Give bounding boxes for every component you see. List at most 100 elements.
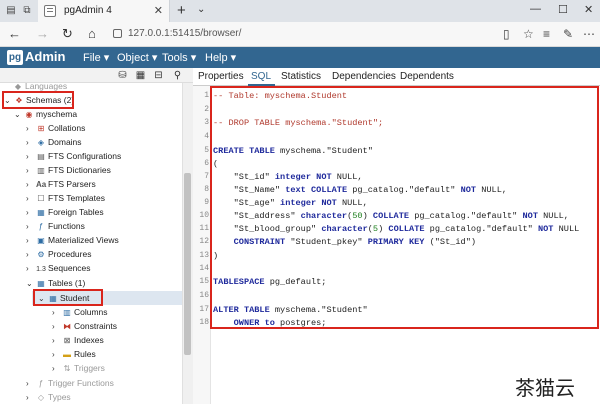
back-icon[interactable]: ←	[8, 26, 21, 42]
tab-list-chevron-icon[interactable]: ⌄	[197, 4, 205, 15]
line-number: 9	[204, 198, 209, 207]
tree-item-myschema[interactable]: ⌄ ◉ myschema	[14, 107, 77, 121]
triggers-icon: ⇅	[63, 364, 71, 373]
tree-item-indexes[interactable]: › ⊠ Indexes	[52, 333, 104, 347]
tree-item-types[interactable]: › ◇ Types	[26, 390, 71, 404]
browser-tab-bar: ▤ ⧉ pgAdmin 4 ✕ + ⌄ — ☐ ✕	[0, 0, 600, 22]
tree-item-fts-configurations[interactable]: › ▤ FTS Configurations	[26, 149, 121, 163]
line-number: 8	[204, 185, 209, 194]
tab-dependencies[interactable]: Dependencies	[332, 71, 396, 82]
tree-item-triggers[interactable]: › ⇅ Triggers	[52, 361, 105, 375]
new-tab-icon[interactable]: +	[177, 2, 186, 19]
function-icon: ƒ	[38, 222, 44, 231]
pgadmin-navbar: pg Admin File ▾ Object ▾ Tools ▾ Help ▾	[0, 47, 600, 68]
tree-item-procedures[interactable]: › ⚙ Procedures	[26, 247, 91, 261]
trigger-function-icon: ƒ	[38, 379, 44, 388]
tree-item-sequences[interactable]: › 1.3 Sequences	[26, 261, 91, 275]
tree-item-tables[interactable]: ⌄ ▦ Tables (1)	[26, 276, 85, 290]
chevron-right-icon: ›	[52, 322, 55, 331]
line-number: 16	[199, 291, 209, 300]
tree-item-fts-parsers[interactable]: › Aa FTS Parsers	[26, 177, 96, 191]
chevron-right-icon: ›	[26, 138, 29, 147]
tree-item-materialized-views[interactable]: › ▣ Materialized Views	[26, 233, 119, 247]
share-icon[interactable]: ✎	[563, 27, 573, 41]
tree-item-columns[interactable]: › ▥ Columns	[52, 305, 108, 319]
schemas-highlight-box	[2, 91, 74, 109]
menu-tools[interactable]: Tools ▾	[162, 51, 196, 64]
filter-rows-icon[interactable]: ⊟	[151, 69, 166, 82]
tab-dependents[interactable]: Dependents	[400, 71, 454, 82]
menu-object[interactable]: Object ▾	[117, 51, 157, 64]
student-highlight-box	[33, 289, 103, 306]
search-objects-icon[interactable]: ⚲	[170, 69, 185, 82]
forward-icon[interactable]: →	[36, 26, 49, 42]
tab-statistics[interactable]: Statistics	[281, 71, 321, 82]
collation-icon: ⊞	[37, 124, 45, 133]
line-number: 13	[199, 251, 209, 260]
tab-properties[interactable]: Properties	[198, 71, 244, 82]
tree-item-rules[interactable]: › ▬ Rules	[52, 347, 96, 361]
line-number: 11	[199, 224, 209, 233]
menu-help[interactable]: Help ▾	[205, 51, 236, 64]
pgadmin-logo-icon: pg	[7, 50, 23, 65]
maximize-icon[interactable]: ☐	[558, 3, 568, 16]
chevron-right-icon: ›	[52, 308, 55, 317]
close-window-icon[interactable]: ✕	[584, 3, 593, 16]
chevron-right-icon: ›	[26, 236, 29, 245]
favorites-list-icon[interactable]: ≡	[543, 27, 550, 41]
tree-item-fts-dictionaries[interactable]: › ▥ FTS Dictionaries	[26, 163, 111, 177]
window-menu-icon[interactable]: ▤	[4, 4, 18, 18]
line-number: 18	[199, 318, 209, 327]
pgadmin-logo-text: Admin	[25, 49, 66, 64]
view-data-icon[interactable]: ▦	[133, 69, 148, 82]
line-number: 1	[204, 91, 209, 100]
favorite-star-icon[interactable]: ☆	[523, 27, 534, 41]
constraints-icon: ⧓	[63, 322, 71, 331]
chevron-right-icon: ›	[26, 152, 29, 161]
page-favicon-icon	[44, 5, 56, 17]
tree-item-trigger-functions[interactable]: › ƒ Trigger Functions	[26, 376, 114, 390]
tree-scrollbar-thumb[interactable]	[184, 173, 191, 355]
tree-item-domains[interactable]: › ◈ Domains	[26, 135, 82, 149]
query-tool-icon[interactable]: ⛁	[115, 69, 130, 82]
fts-template-icon: ☐	[37, 194, 45, 203]
address-bar: ← → ↻ ⌂ 127.0.0.1:51415/browser/ ▯ ☆ ≡ ✎…	[0, 22, 600, 47]
chevron-right-icon: ›	[26, 379, 29, 388]
sequence-icon: 1.3	[36, 266, 46, 273]
chevron-right-icon: ›	[26, 393, 29, 402]
chevron-right-icon: ›	[52, 336, 55, 345]
chevron-right-icon: ›	[26, 222, 29, 231]
line-number: 4	[204, 132, 209, 141]
tab-actions-icon[interactable]: ⧉	[20, 4, 34, 18]
more-icon[interactable]: ⋯	[583, 27, 595, 41]
type-icon: ◇	[37, 393, 45, 402]
line-number: 15	[199, 277, 209, 286]
line-number: 12	[199, 237, 209, 246]
rules-icon: ▬	[63, 350, 71, 359]
url-field[interactable]: 127.0.0.1:51415/browser/	[128, 28, 241, 39]
tree-item-collations[interactable]: › ⊞ Collations	[26, 121, 85, 135]
tree-item-functions[interactable]: › ƒ Functions	[26, 219, 85, 233]
procedure-icon: ⚙	[37, 250, 45, 259]
browser-tab-title: pgAdmin 4	[64, 5, 112, 16]
browser-tab[interactable]: pgAdmin 4 ✕	[38, 0, 170, 22]
line-number: 3	[204, 118, 209, 127]
menu-file[interactable]: File ▾	[83, 51, 109, 64]
tree-item-constraints[interactable]: › ⧓ Constraints	[52, 319, 117, 333]
reading-view-icon[interactable]: ▯	[503, 27, 510, 41]
home-icon[interactable]: ⌂	[88, 26, 96, 42]
minimize-icon[interactable]: —	[530, 3, 541, 15]
tree-item-foreign-tables[interactable]: › ▦ Foreign Tables	[26, 205, 104, 219]
chevron-down-icon: ⌄	[14, 110, 21, 119]
chevron-right-icon: ›	[26, 180, 29, 189]
indexes-icon: ⊠	[63, 336, 71, 345]
schema-icon: ◉	[25, 110, 33, 119]
tab-sql[interactable]: SQL	[251, 71, 271, 82]
sql-highlight-box	[210, 86, 599, 329]
chevron-right-icon: ›	[52, 364, 55, 373]
page-info-icon[interactable]	[113, 29, 122, 38]
refresh-icon[interactable]: ↻	[62, 26, 73, 42]
tree-item-fts-templates[interactable]: › ☐ FTS Templates	[26, 191, 105, 205]
close-tab-icon[interactable]: ✕	[154, 4, 163, 17]
chevron-right-icon: ›	[26, 124, 29, 133]
